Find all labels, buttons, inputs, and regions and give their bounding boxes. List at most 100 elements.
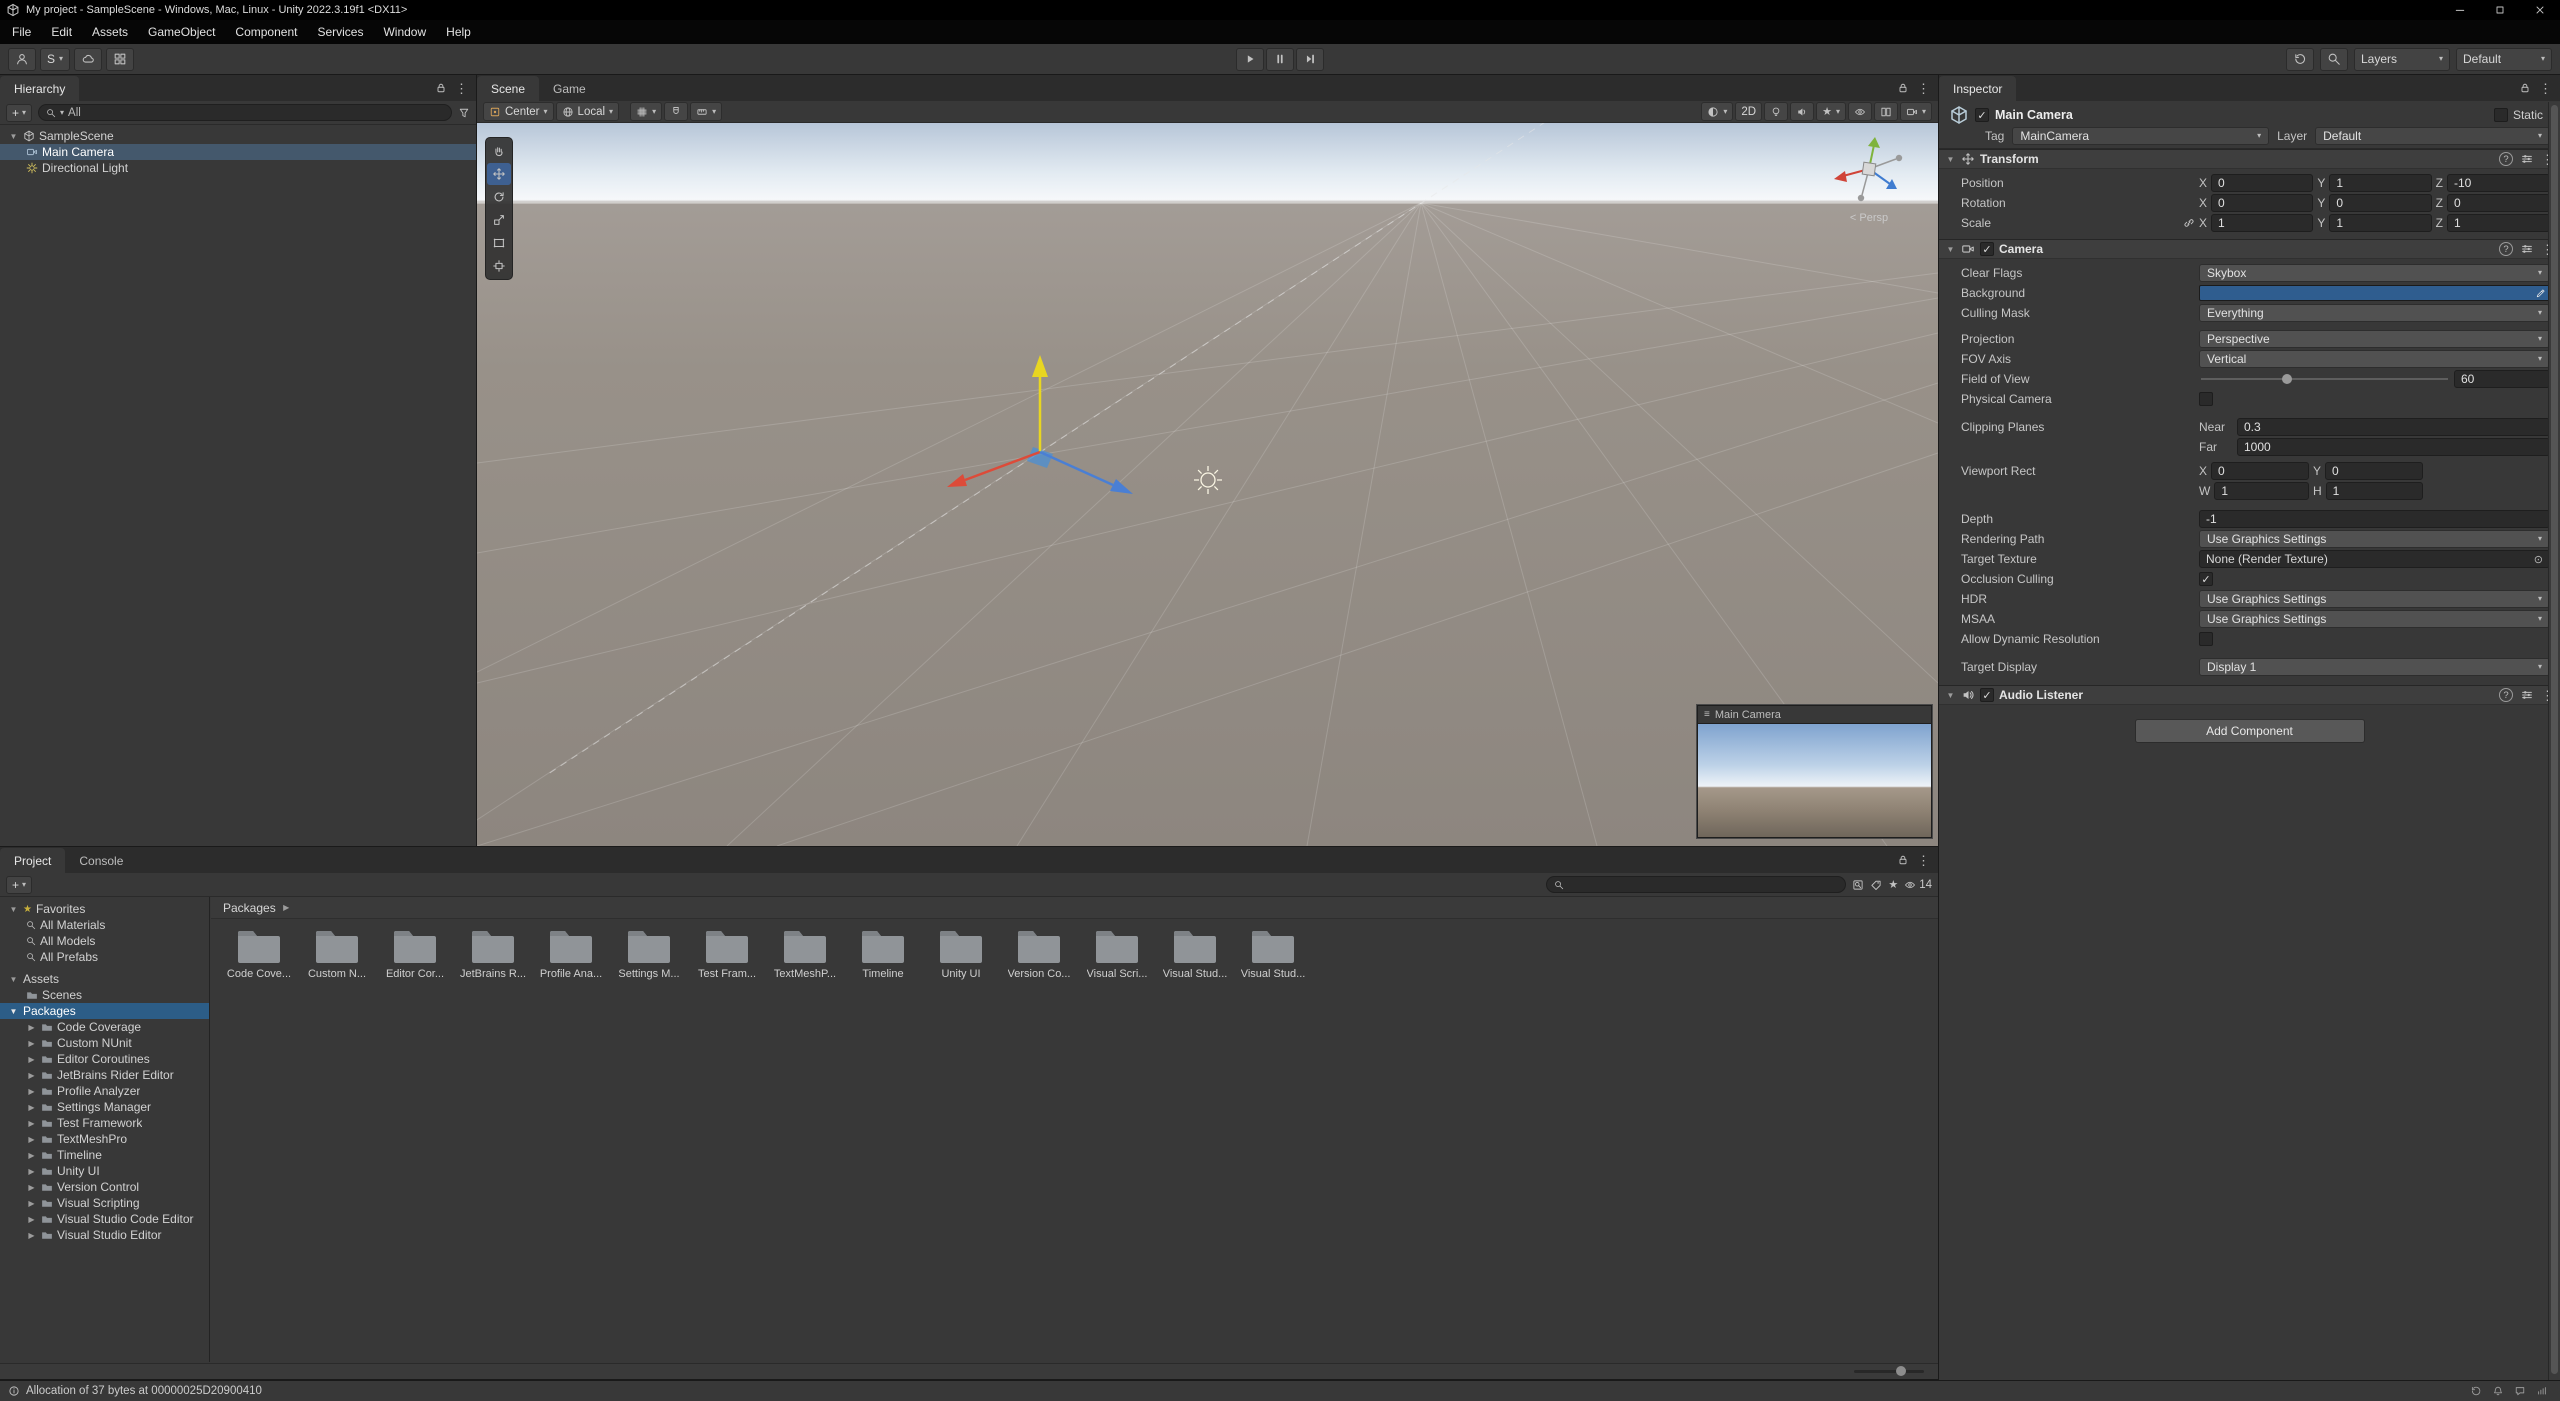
transform-tool-button[interactable] [487,255,511,277]
rotation-x-field[interactable]: 0 [2211,194,2313,212]
foldout-icon[interactable]: ▶ [26,1071,37,1080]
foldout-icon[interactable]: ▶ [26,1119,37,1128]
foldout-icon[interactable]: ▶ [26,1039,37,1048]
rect-tool-button[interactable] [487,232,511,254]
package-item[interactable]: ▶ Test Framework [0,1115,209,1131]
foldout-icon[interactable]: ▼ [8,132,19,141]
foldout-icon[interactable]: ▼ [1945,691,1956,700]
hidden-packages-toggle[interactable]: 14 [1904,879,1932,891]
panel-menu-icon[interactable]: ⋮ [1917,82,1930,95]
foldout-icon[interactable]: ▶ [26,1135,37,1144]
viewport-x-field[interactable]: 0 [2211,462,2309,480]
fov-axis-dropdown[interactable]: Vertical▾ [2199,350,2550,368]
snap-toggle-button[interactable] [664,102,688,121]
foldout-icon[interactable]: ▶ [26,1215,37,1224]
scene-viewport[interactable]: < Persp ≡ Main Camera [477,123,1938,846]
viewport-h-field[interactable]: 1 [2326,482,2423,500]
lock-icon[interactable] [435,82,447,94]
toggle-2d-button[interactable]: 2D [1735,102,1762,121]
folder-item[interactable]: Code Cove... [221,927,297,980]
scale-tool-button[interactable] [487,209,511,231]
package-item[interactable]: ▶ Timeline [0,1147,209,1163]
rotate-tool-button[interactable] [487,186,511,208]
foldout-icon[interactable]: ▶ [26,1199,37,1208]
tab-console[interactable]: Console [65,848,137,873]
foldout-icon[interactable]: ▶ [26,1231,37,1240]
account-initial-dropdown[interactable]: S▾ [40,48,70,71]
folder-item[interactable]: Editor Cor... [377,927,453,980]
auto-refresh-icon[interactable] [2470,1385,2482,1397]
minimize-button[interactable] [2440,0,2480,20]
handle-orientation-dropdown[interactable]: Local▾ [556,102,620,121]
gameobject-active-checkbox[interactable] [1975,108,1989,122]
package-item[interactable]: ▶ Editor Coroutines [0,1051,209,1067]
foldout-icon[interactable]: ▼ [1945,155,1956,164]
eyedropper-icon[interactable] [2536,288,2546,298]
msaa-dropdown[interactable]: Use Graphics Settings▾ [2199,610,2550,628]
notification-bell-icon[interactable] [2492,1385,2504,1397]
search-by-type-icon[interactable] [1852,879,1864,891]
packages-section-row[interactable]: ▼ Packages [0,1003,209,1019]
package-item[interactable]: ▶ JetBrains Rider Editor [0,1067,209,1083]
lock-icon[interactable] [1897,82,1909,94]
close-button[interactable] [2520,0,2560,20]
scene-visibility-button[interactable] [1848,102,1872,121]
menu-item[interactable]: Window [373,20,436,44]
slider-thumb[interactable] [1896,1366,1906,1376]
folder-item[interactable]: Visual Stud... [1157,927,1233,980]
viewport-y-field[interactable]: 0 [2325,462,2423,480]
rendering-path-dropdown[interactable]: Use Graphics Settings▾ [2199,530,2550,548]
play-button[interactable] [1236,48,1264,71]
layer-dropdown[interactable]: Default▾ [2315,127,2550,145]
tab-project[interactable]: Project [0,848,65,873]
foldout-icon[interactable]: ▼ [1945,245,1956,254]
slider-thumb[interactable] [2282,374,2292,384]
help-icon[interactable]: ? [2499,688,2513,702]
foldout-icon[interactable]: ▶ [26,1183,37,1192]
folder-item[interactable]: Test Fram... [689,927,765,980]
folder-item[interactable]: Visual Scri... [1079,927,1155,980]
breadcrumb-packages[interactable]: Packages [223,901,276,915]
hdr-dropdown[interactable]: Use Graphics Settings▾ [2199,590,2550,608]
occlusion-culling-checkbox[interactable] [2199,572,2213,586]
scale-y-field[interactable]: 1 [2329,214,2431,232]
position-y-field[interactable]: 1 [2329,174,2431,192]
menu-item[interactable]: Assets [82,20,138,44]
layers-dropdown[interactable]: Layers▾ [2354,48,2450,71]
foldout-icon[interactable]: ▼ [8,905,19,914]
help-icon[interactable]: ? [2499,152,2513,166]
overlay-columns-button[interactable] [1874,102,1898,121]
folder-item[interactable]: Profile Ana... [533,927,609,980]
view-tool-button[interactable] [487,140,511,162]
folder-item[interactable]: Visual Stud... [1235,927,1311,980]
layout-grid-button[interactable] [106,48,134,71]
foldout-icon[interactable]: ▶ [26,1103,37,1112]
scene-lighting-button[interactable] [1764,102,1788,121]
activity-bars-icon[interactable] [2536,1385,2548,1397]
folder-item[interactable]: Timeline [845,927,921,980]
console-message-icon[interactable] [2514,1385,2526,1397]
package-item[interactable]: ▶ Settings Manager [0,1099,209,1115]
fov-field[interactable]: 60 [2454,370,2550,388]
panel-menu-icon[interactable]: ⋮ [2539,82,2552,95]
fov-slider[interactable] [2199,370,2450,388]
lock-icon[interactable] [2519,82,2531,94]
position-z-field[interactable]: -10 [2447,174,2550,192]
add-component-button[interactable]: Add Component [2135,719,2365,743]
perspective-label[interactable]: < Persp [1814,212,1924,224]
package-item[interactable]: ▶ Code Coverage [0,1019,209,1035]
scrollbar-thumb[interactable] [2551,105,2558,1374]
move-gizmo-z-axis[interactable] [1040,452,1113,485]
package-item[interactable]: ▶ Visual Scripting [0,1195,209,1211]
pivot-mode-dropdown[interactable]: Center▾ [483,102,554,121]
foldout-icon[interactable]: ▶ [26,1023,37,1032]
package-item[interactable]: ▶ Visual Studio Editor [0,1227,209,1243]
status-message[interactable]: Allocation of 37 bytes at 00000025D20900… [26,1385,262,1397]
tab-inspector[interactable]: Inspector [1939,76,2016,101]
physical-camera-checkbox[interactable] [2199,392,2213,406]
package-item[interactable]: ▶ Profile Analyzer [0,1083,209,1099]
camera-settings-dropdown[interactable]: ▾ [1900,102,1932,121]
camera-enabled-checkbox[interactable] [1980,242,1994,256]
package-item[interactable]: ▶ Visual Studio Code Editor [0,1211,209,1227]
label-icon[interactable] [1870,879,1882,891]
